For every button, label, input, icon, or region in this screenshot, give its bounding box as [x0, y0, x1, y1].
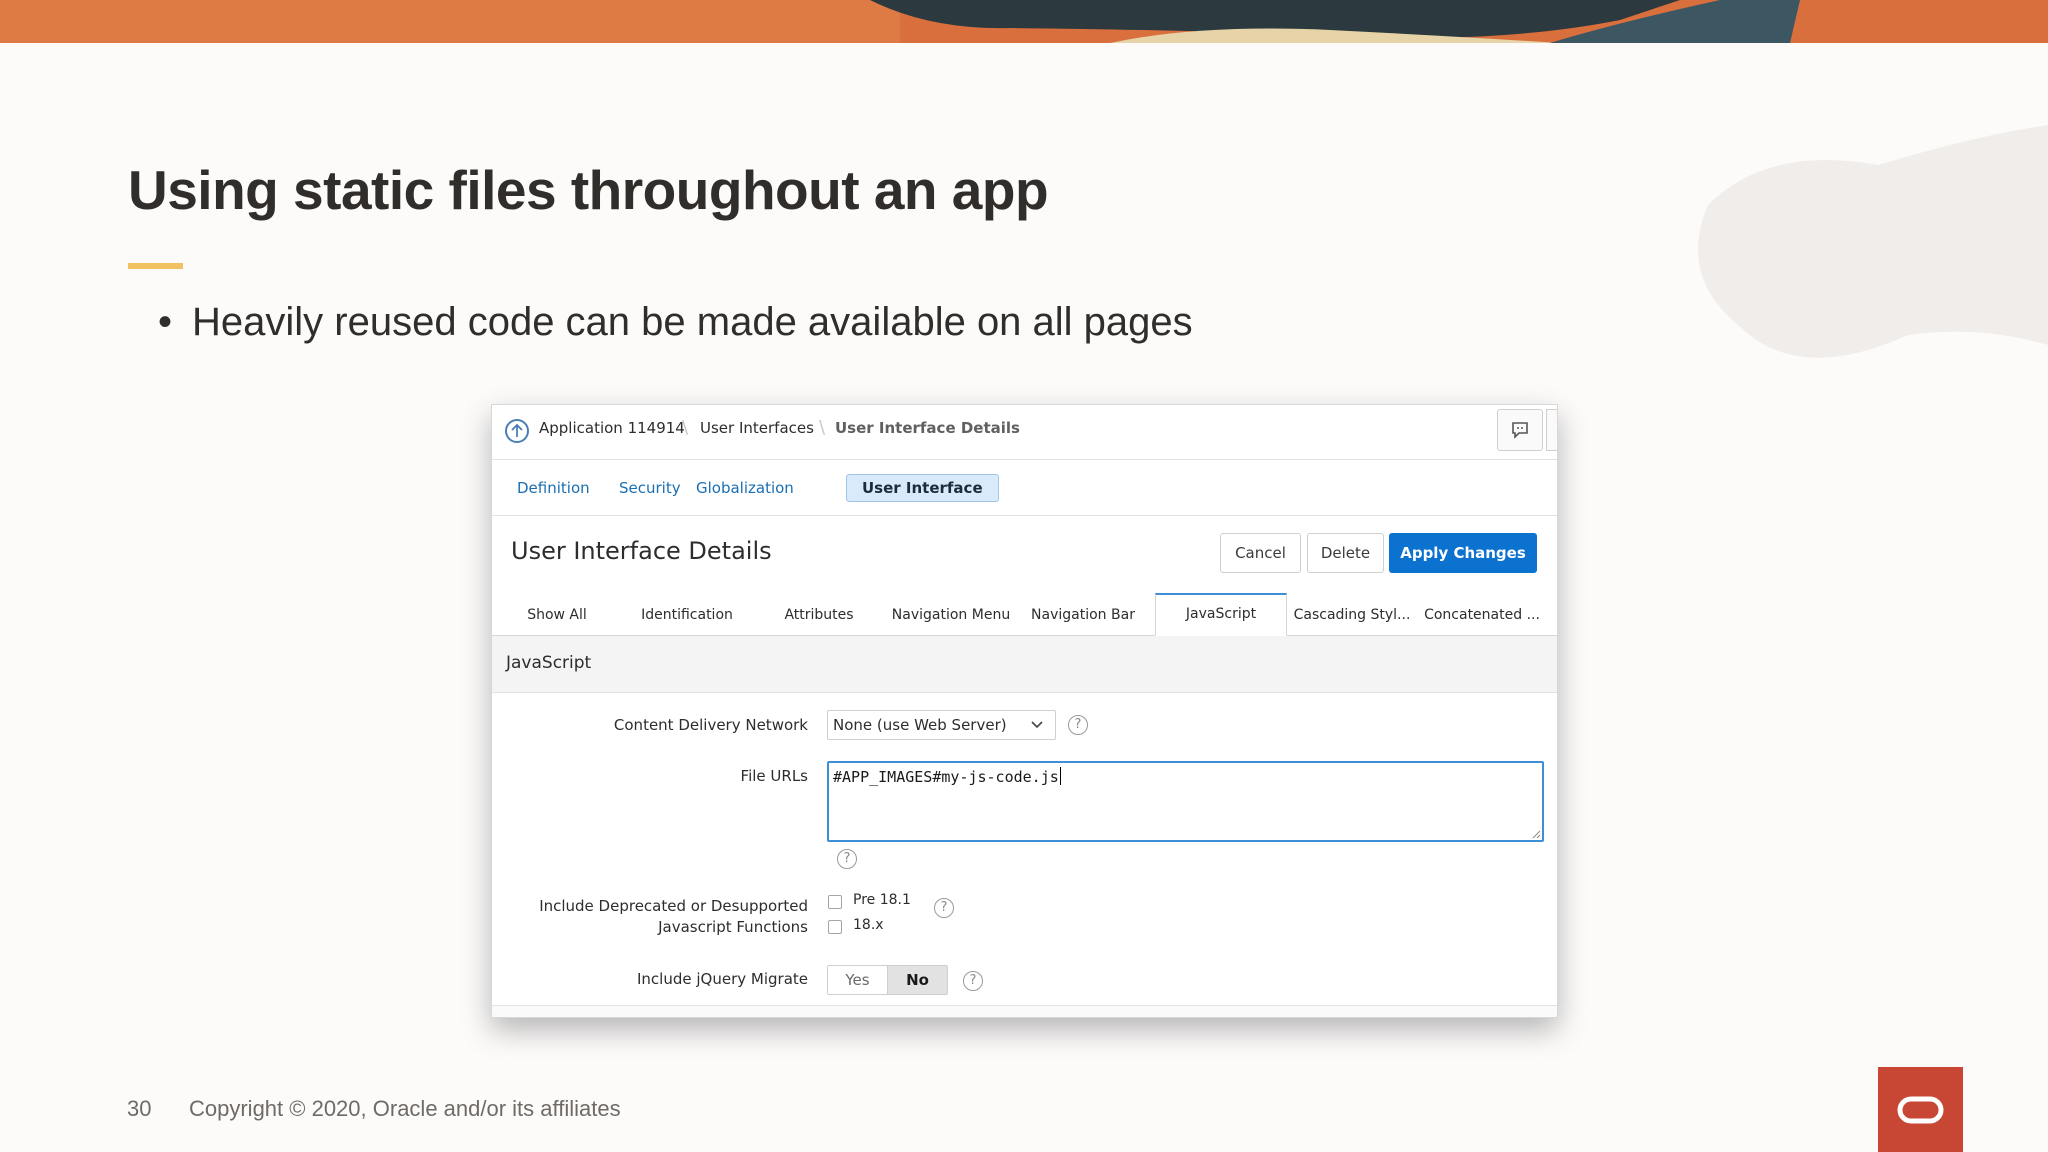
bullet-point: • Heavily reused code can be made availab…: [158, 300, 1193, 345]
deprecated-label-line2: Javascript Functions: [658, 918, 808, 936]
deprecated-help-icon[interactable]: ?: [934, 898, 954, 918]
bullet-text: Heavily reused code can be made availabl…: [192, 300, 1193, 344]
cdn-help-icon[interactable]: ?: [1068, 715, 1088, 735]
background-texture-decoration: [1648, 85, 2048, 390]
subtab-attributes[interactable]: Attributes: [752, 593, 886, 634]
delete-button[interactable]: Delete: [1307, 533, 1384, 573]
file-urls-textarea[interactable]: #APP_IMAGES#my-js-code.js: [827, 761, 1544, 842]
jquery-migrate-yes[interactable]: Yes: [828, 966, 888, 994]
breadcrumb-current: User Interface Details: [835, 419, 1020, 437]
copyright-text: Copyright © 2020, Oracle and/or its affi…: [189, 1096, 621, 1121]
subtab-navigation-menu[interactable]: Navigation Menu: [886, 593, 1016, 634]
subtab-cascading-style-sheets[interactable]: Cascading Styl...: [1287, 593, 1417, 634]
javascript-region-header: JavaScript: [492, 636, 1557, 693]
page-number: 30: [127, 1096, 152, 1121]
checkbox-18x[interactable]: [828, 920, 842, 934]
top-tabs: Definition Security Globalization User I…: [492, 460, 1557, 516]
jquery-migrate-help-icon[interactable]: ?: [963, 971, 983, 991]
panel-bottom-edge: [492, 1005, 1557, 1017]
sub-tabs: Show All Identification Attributes Navig…: [492, 593, 1557, 636]
overflow-edge-button[interactable]: [1546, 409, 1557, 451]
file-urls-value: #APP_IMAGES#my-js-code.js: [833, 767, 1061, 786]
file-urls-label: File URLs: [740, 767, 808, 785]
tab-globalization[interactable]: Globalization: [681, 474, 809, 502]
text-caret: [1059, 767, 1061, 785]
arrow-up-circle-icon[interactable]: [505, 419, 529, 443]
title-accent-bar: [128, 263, 183, 269]
jquery-migrate-no[interactable]: No: [888, 966, 947, 994]
deprecated-label-line1: Include Deprecated or Desupported: [539, 897, 808, 915]
chevron-down-icon: [1031, 721, 1043, 729]
oracle-logo-icon: [1897, 1096, 1944, 1124]
top-decorative-banner: [0, 0, 2048, 43]
subtab-javascript[interactable]: JavaScript: [1155, 593, 1287, 636]
tab-user-interface[interactable]: User Interface: [846, 474, 999, 502]
resize-grip-icon[interactable]: [1531, 829, 1541, 839]
breadcrumb-user-interfaces[interactable]: User Interfaces: [700, 419, 814, 437]
apply-changes-button[interactable]: Apply Changes: [1389, 533, 1537, 573]
jquery-migrate-label: Include jQuery Migrate: [637, 970, 808, 988]
cdn-label: Content Delivery Network: [613, 716, 808, 734]
jquery-migrate-toggle: Yes No: [827, 965, 948, 995]
subtab-navigation-bar[interactable]: Navigation Bar: [1016, 593, 1150, 634]
breadcrumb-bar: Application 114914 \ User Interfaces \ U…: [492, 405, 1557, 460]
javascript-region-title: JavaScript: [506, 653, 592, 673]
region-title: User Interface Details: [511, 537, 772, 565]
subtab-concatenated-files[interactable]: Concatenated ...: [1417, 593, 1547, 634]
chat-bubble-icon: [1512, 422, 1528, 439]
cancel-button[interactable]: Cancel: [1220, 533, 1301, 573]
subtab-identification[interactable]: Identification: [622, 593, 752, 634]
breadcrumb-application[interactable]: Application 114914: [539, 419, 685, 437]
breadcrumb-separator: \: [682, 417, 689, 438]
tab-definition[interactable]: Definition: [502, 474, 605, 502]
feedback-button[interactable]: [1497, 409, 1543, 451]
oracle-logo: [1878, 1067, 1963, 1152]
slide-title: Using static files throughout an app: [128, 159, 1049, 221]
cdn-select[interactable]: None (use Web Server): [827, 710, 1056, 740]
subtab-show-all[interactable]: Show All: [492, 593, 622, 634]
checkbox-pre-18-1[interactable]: [828, 895, 842, 909]
checkbox-pre-18-1-label: Pre 18.1: [853, 892, 911, 908]
cdn-select-value: None (use Web Server): [833, 716, 1007, 734]
checkbox-18x-label: 18.x: [853, 917, 884, 933]
breadcrumb-separator: \: [819, 417, 826, 438]
bullet-dot-icon: •: [158, 300, 173, 344]
apex-screenshot-panel: Application 114914 \ User Interfaces \ U…: [491, 404, 1558, 1018]
file-urls-help-icon[interactable]: ?: [837, 849, 857, 869]
